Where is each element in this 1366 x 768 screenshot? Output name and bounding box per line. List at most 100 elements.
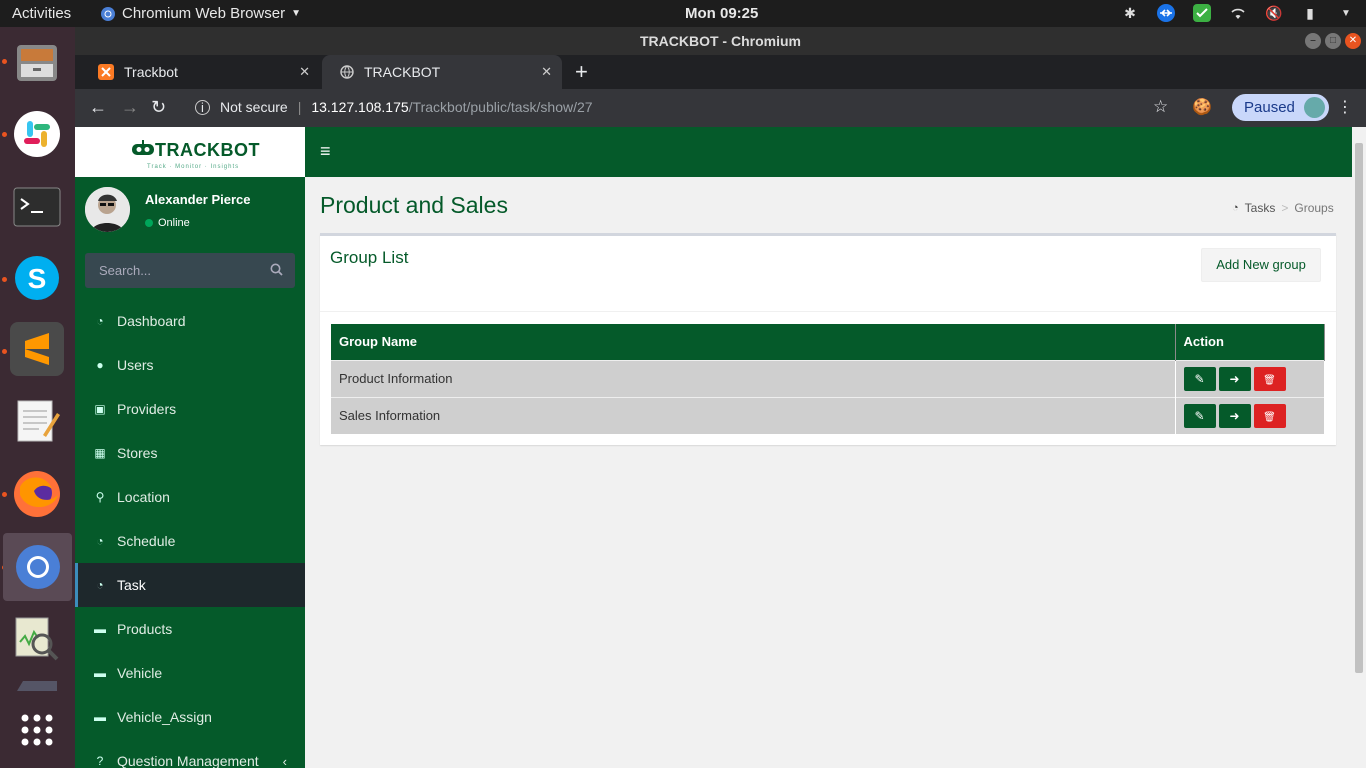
avatar[interactable] (85, 187, 130, 232)
menu-kebab-icon[interactable]: ⋮ (1337, 97, 1353, 117)
group-name-cell: Sales Information (331, 396, 1176, 434)
page-title: Product and Sales (320, 192, 508, 218)
skype-icon[interactable]: S (10, 251, 64, 305)
activities-button[interactable]: Activities (12, 5, 71, 22)
terminal-icon[interactable] (10, 180, 64, 234)
info-icon[interactable]: i (195, 99, 210, 115)
forward-icon[interactable]: → (121, 97, 139, 118)
user-status: Online (145, 217, 190, 229)
text-editor-icon[interactable] (10, 394, 64, 448)
delete-button[interactable]: 🗑 (1253, 366, 1286, 391)
running-indicator (2, 59, 7, 64)
show-apps-icon[interactable] (10, 703, 64, 757)
online-dot-icon (145, 219, 153, 227)
wifi-icon[interactable] (1228, 3, 1248, 23)
user-status-label: Online (158, 217, 190, 229)
sidebar-item-products[interactable]: ▬ Products (75, 607, 305, 651)
running-indicator (2, 349, 7, 354)
row-actions: ✎ ➜ 🗑 (1183, 403, 1317, 428)
main-header: ≡ (305, 127, 1352, 177)
brand-logo[interactable]: TRACKBOT Track · Monitor · Insights (75, 127, 305, 177)
sublime-text-icon[interactable] (10, 322, 64, 376)
files-icon[interactable] (10, 35, 64, 89)
sidebar-item-users[interactable]: ● Users (75, 343, 305, 387)
sidebar-item-schedule[interactable]: ◔ Schedule (75, 519, 305, 563)
battery-icon[interactable]: ▮ (1300, 3, 1320, 23)
maximize-button[interactable]: □ (1325, 33, 1341, 49)
breadcrumb: ◔ Tasks > Groups (1232, 201, 1334, 215)
breadcrumb-tasks[interactable]: Tasks (1245, 201, 1276, 215)
sidebar-search (85, 253, 295, 288)
delete-button[interactable]: 🗑 (1253, 403, 1286, 428)
security-label: Not secure (220, 99, 288, 115)
sidebar-item-stores[interactable]: ▦ Stores (75, 431, 305, 475)
tab-bar: Trackbot ✕ TRACKBOT ✕ + (75, 55, 1366, 89)
edit-button[interactable]: ✎ (1183, 403, 1216, 428)
slack-tray-icon[interactable]: ✱ (1120, 3, 1140, 23)
new-tab-button[interactable]: + (575, 59, 588, 85)
firefox-icon[interactable] (10, 467, 64, 521)
sidebar-item-vehicle-assign[interactable]: ▬ Vehicle_Assign (75, 695, 305, 739)
chromium-dock-icon[interactable] (3, 533, 72, 601)
add-new-group-button[interactable]: Add New group (1201, 248, 1321, 282)
volume-icon[interactable]: 🔇 (1264, 3, 1284, 23)
user-icon: ● (96, 358, 104, 372)
clock[interactable]: Mon 09:25 (685, 5, 758, 22)
system-monitor-icon[interactable] (10, 612, 64, 666)
sidebar-item-task[interactable]: ◔ Task (75, 563, 305, 607)
sidebar-item-label: Vehicle_Assign (117, 709, 212, 725)
column-header-action: Action (1175, 324, 1325, 360)
page-scrollbar[interactable] (1352, 127, 1366, 768)
address-bar[interactable]: i Not secure | 13.127.108.175/Trackbot/p… (195, 99, 593, 115)
brand-tagline: Track · Monitor · Insights (147, 164, 240, 170)
sidebar-item-location[interactable]: ⚲ Location (75, 475, 305, 519)
car-icon: ▬ (94, 710, 106, 724)
sidebar-item-dashboard[interactable]: ◔ Dashboard (75, 299, 305, 343)
question-icon: ? (96, 754, 104, 768)
car-icon: ▬ (94, 666, 106, 680)
cookie-extension-icon[interactable]: 🍪 (1192, 97, 1212, 117)
system-menu-chevron-icon[interactable]: ▼ (1336, 3, 1356, 23)
sidebar-item-label: Stores (117, 445, 158, 461)
box-title: Group List (330, 248, 409, 267)
sidebar-item-label: Location (117, 489, 170, 505)
tab-trackbot[interactable]: Trackbot ✕ (80, 55, 320, 89)
sidebar-item-label: Providers (117, 401, 177, 417)
reload-icon[interactable]: ↻ (151, 97, 166, 118)
chromium-icon (101, 6, 115, 21)
open-button[interactable]: ➜ (1218, 366, 1251, 391)
building-icon: ▦ (94, 446, 106, 460)
paused-label: Paused (1244, 99, 1295, 116)
hamburger-menu-icon[interactable]: ≡ (320, 141, 331, 162)
close-tab-icon[interactable]: ✕ (299, 64, 310, 80)
slack-icon[interactable] (10, 107, 64, 161)
teamviewer-tray-icon[interactable] (1156, 3, 1176, 23)
close-tab-icon[interactable]: ✕ (541, 64, 552, 80)
profile-paused-button[interactable]: Paused (1232, 94, 1329, 121)
sidebar-item-vehicle[interactable]: ▬ Vehicle (75, 651, 305, 695)
url-host: 13.127.108.175 (311, 99, 409, 115)
row-actions: ✎ ➜ 🗑 (1183, 366, 1317, 391)
sidebar-item-providers[interactable]: ▣ Providers (75, 387, 305, 431)
group-list-box: Group List Add New group Group Name Acti… (320, 233, 1336, 445)
back-icon[interactable]: ← (89, 97, 107, 118)
breadcrumb-separator: > (1281, 201, 1289, 215)
check-tray-icon[interactable] (1192, 3, 1212, 23)
table-body: Product Information ✎ ➜ 🗑 Sales Information ✎… (331, 359, 1325, 434)
scrollbar-thumb[interactable] (1355, 143, 1363, 673)
open-button[interactable]: ➜ (1218, 403, 1251, 428)
car-icon: ▬ (94, 622, 106, 636)
search-input[interactable] (85, 253, 265, 288)
app-menu[interactable]: Chromium Web Browser ▼ (100, 5, 301, 22)
bookmark-star-icon[interactable]: ☆ (1153, 97, 1168, 117)
group-name-cell: Product Information (331, 359, 1176, 397)
close-window-button[interactable]: ✕ (1345, 33, 1361, 49)
search-icon[interactable] (270, 263, 283, 279)
drive-icon[interactable] (10, 675, 64, 699)
minimize-button[interactable]: – (1305, 33, 1321, 49)
edit-button[interactable]: ✎ (1183, 366, 1216, 391)
tab-trackbot-active[interactable]: TRACKBOT ✕ (322, 55, 562, 89)
box-divider (320, 311, 1336, 312)
sidebar-item-question-management[interactable]: ? Question Management ‹ (75, 739, 305, 768)
browser-toolbar: ← → ↻ i Not secure | 13.127.108.175/Trac… (75, 89, 1366, 127)
